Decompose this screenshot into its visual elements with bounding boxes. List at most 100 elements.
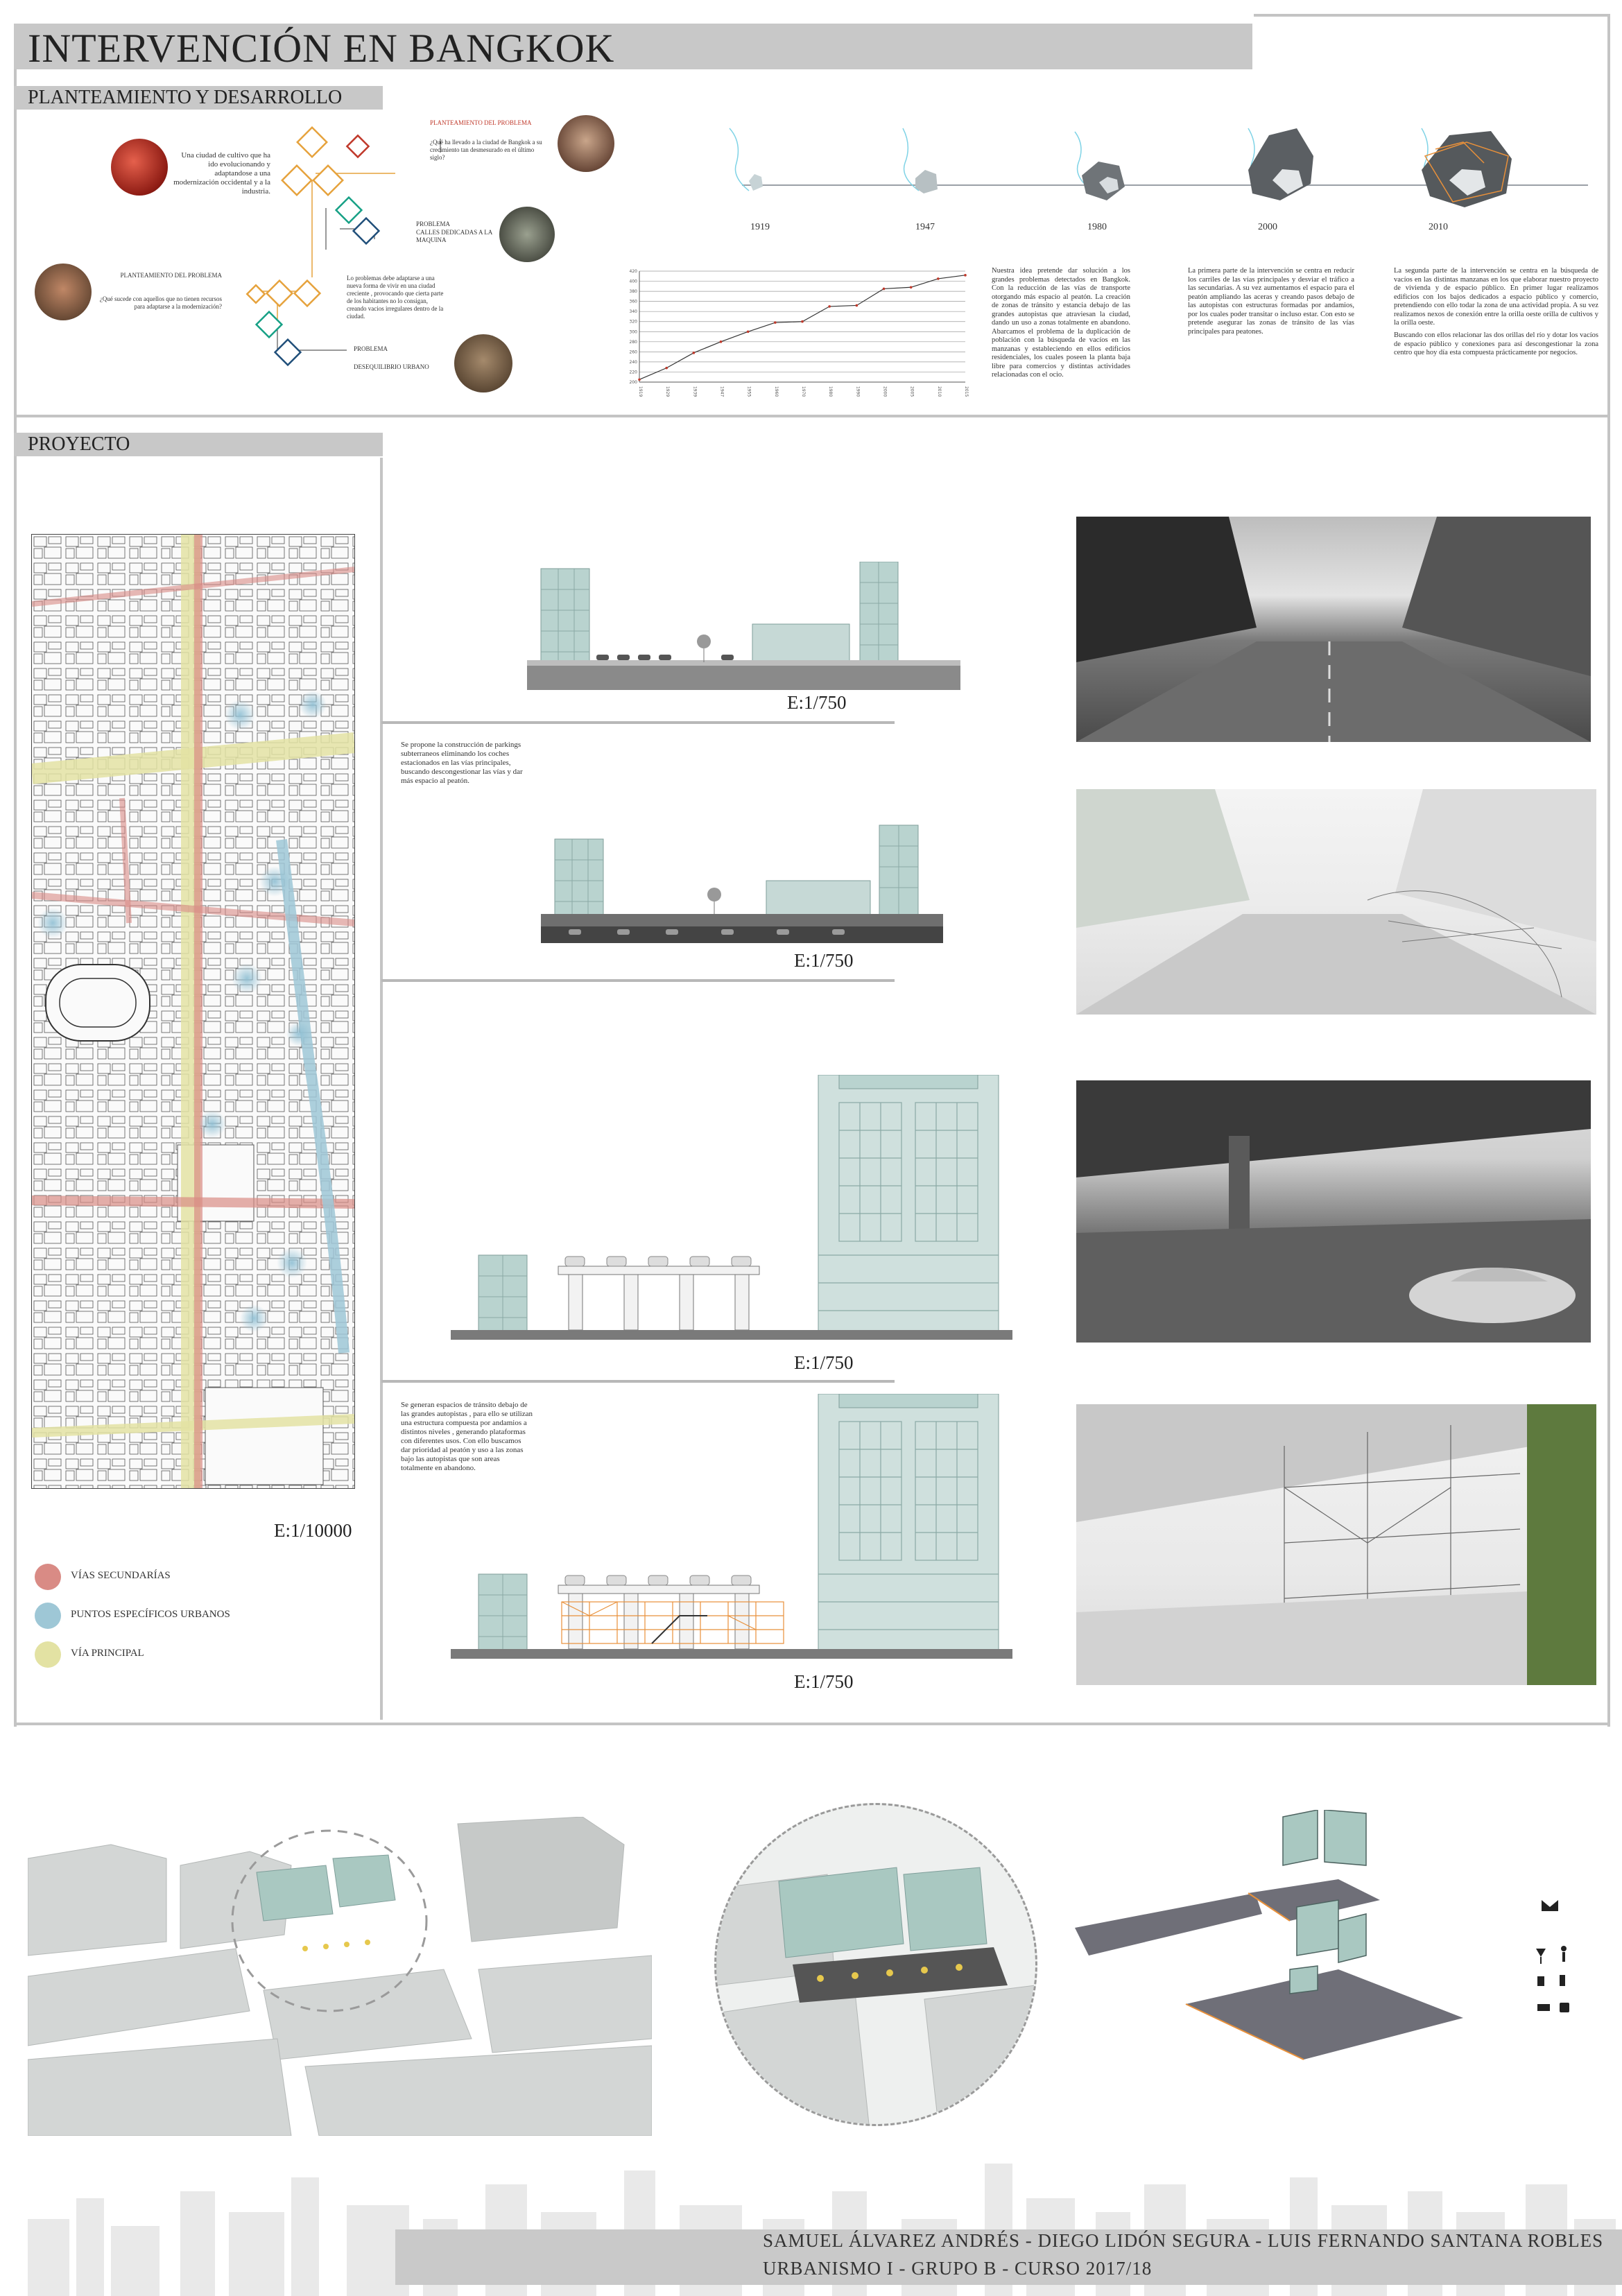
section-2-note: Se propone la construcción de parkings s… (401, 741, 523, 785)
legend-dot-main-road (35, 1641, 61, 1668)
diagram-prob-b-text: DESEQUILIBRIO URBANO (354, 363, 429, 370)
section-4-drawing (451, 1394, 1012, 1659)
section-1-drawing (527, 562, 960, 690)
chart-x-tick-label: 1919 (638, 386, 643, 397)
cutlery-icon (1560, 1975, 1565, 1986)
diagram-prob-b-label: PROBLEMA (354, 345, 388, 352)
family-icon (1537, 1976, 1544, 1986)
text-column-1: Nuestra idea pretende dar solución a los… (992, 267, 1130, 379)
street-section-1 (527, 562, 960, 690)
diagram-prob-a-label: PROBLEMA (416, 221, 451, 227)
section-title-proyecto: PROYECTO (28, 433, 130, 455)
photo-highway-existing-art (1076, 1080, 1591, 1343)
diagram-center-text: Lo problemas debe adaptarse a una nueva … (347, 275, 444, 320)
timeline-year-2000: 2000 (1258, 222, 1277, 232)
chart-x-tick-label: 1980 (828, 386, 833, 397)
section-2-drawing (541, 825, 943, 943)
frame-left (14, 49, 17, 1727)
legend-dot-urban-points (35, 1603, 61, 1629)
text-column-2: La primera parte de la intervención se c… (1188, 267, 1354, 336)
diagram-problem1-text: ¿Qué ha llevado a la ciudad de Bangkok a… (430, 139, 542, 161)
section-3-drawing (451, 1075, 1012, 1340)
frame-project-col (380, 458, 383, 1720)
chart-data-point (638, 378, 641, 381)
street-section-2 (541, 818, 943, 943)
text-column-3b: Buscando con ellos relacionar las dos or… (1394, 331, 1598, 356)
chart-y-tick-label: 360 (630, 300, 638, 304)
chart-y-tick-label: 400 (630, 279, 638, 284)
timeline-year-2010: 2010 (1429, 222, 1448, 232)
photo-highway-proposal (1076, 1404, 1596, 1685)
chart-data-point (774, 321, 777, 324)
growth-timeline: 1919 1947 1980 2000 2010 (721, 114, 1595, 246)
photo-highway-proposal-art (1076, 1404, 1596, 1685)
diagram-left1-text: Una ciudad de cultivo que ha ido evoluci… (173, 151, 270, 196)
chart-x-tick-label: 2005 (910, 386, 915, 397)
section-separator-2 (381, 979, 895, 982)
chart-y-tick-label: 420 (630, 269, 638, 274)
population-chart: 200 220 240 260 280 300 320 340 360 380 400 420 1919… (624, 267, 971, 416)
chart-x-tick-label: 1970 (801, 386, 806, 397)
chart-y-tick-label: 320 (630, 320, 638, 325)
cocktail-icon (1536, 1949, 1546, 1957)
diagram-problem1-title: PLANTEAMIENTO DEL PROBLEMA (430, 119, 532, 126)
chart-data-point (801, 320, 804, 323)
chart-y-tick-label: 300 (630, 329, 638, 334)
chart-y-tick-label: 200 (630, 380, 638, 385)
diagram-problem2-title: PLANTEAMIENTO DEL PROBLEMA (120, 272, 223, 279)
chart-data-point (692, 352, 696, 354)
diagram-problem2-text: ¿Qué sucede con aquellos que no tienen r… (99, 295, 222, 310)
chart-x-tick-label: 2015 (964, 386, 969, 397)
chart-y-tick-label: 260 (630, 349, 638, 354)
timeline-year-1947: 1947 (915, 222, 935, 232)
section-separator-3 (381, 1380, 895, 1383)
frame-top-right (1254, 14, 1610, 17)
legend-label-secondary-roads: VÍAS SECUNDARÍAS (71, 1570, 171, 1581)
legend-label-main-road: VÍA PRINCIPAL (71, 1648, 144, 1659)
timeline-year-1980: 1980 (1087, 222, 1107, 232)
frame-right (1607, 14, 1610, 1727)
chart-x-tick-label: 2010 (937, 386, 942, 397)
photo-circle-slum (35, 264, 92, 320)
chart-y-tick-label: 340 (630, 309, 638, 314)
use-icons-column (1536, 1900, 1578, 2025)
section-title-planteamiento: PLANTEAMIENTO Y DESARROLLO (28, 87, 343, 108)
section-separator-1 (381, 721, 895, 724)
problem-diagram: Una ciudad de cultivo que ha ido evoluci… (35, 111, 617, 402)
page-title: INTERVENCIÓN EN BANGKOK (28, 26, 615, 71)
aerial-view-art (28, 1817, 652, 2136)
shop-icon (1560, 2003, 1569, 2012)
chart-data-point (909, 286, 913, 289)
chart-y-tick-label: 220 (630, 370, 638, 374)
photo-street-existing-art (1076, 517, 1591, 742)
credits-authors: SAMUEL ÁLVAREZ ANDRÉS - DIEGO LIDÓN SEGU… (763, 2230, 1604, 2251)
zoom-circle-art (716, 1867, 1035, 2124)
chart-y-tick-label: 240 (630, 360, 638, 365)
chart-y-tick-label: 280 (630, 340, 638, 345)
photo-street-proposal (1076, 789, 1596, 1015)
photo-circle-market (111, 139, 168, 196)
section-3-scale: E:1/750 (794, 1352, 854, 1373)
chart-data-point (964, 274, 967, 277)
diagram-prob-a-text: CALLES DEDICADAS A LA MAQUINA (416, 229, 492, 243)
timeline-year-1919: 1919 (750, 222, 770, 232)
photo-circle-crowd (558, 115, 614, 172)
chart-y-tick-label: 380 (630, 289, 638, 294)
chart-data-point (937, 277, 940, 280)
chart-data-point (719, 340, 723, 343)
chart-x-tick-label: 1947 (720, 386, 725, 397)
photo-street-existing (1076, 517, 1591, 742)
chart-data-point (828, 305, 831, 308)
street-section-4 (451, 1394, 1012, 1664)
frame-divider-2 (14, 1723, 1610, 1725)
chart-x-tick-label: 1990 (855, 386, 860, 397)
home-icon (1542, 1900, 1558, 1911)
use-icons-art (1536, 1900, 1569, 2012)
walker-icon (1561, 1946, 1567, 1951)
chart-x-tick-label: 2000 (883, 386, 888, 397)
axonometric-exploded-view (1075, 1810, 1463, 2080)
photo-street-proposal-art (1076, 789, 1596, 1015)
credits-course: URBANISMO I - GRUPO B - CURSO 2017/18 (763, 2258, 1153, 2279)
section-4-scale: E:1/750 (794, 1671, 854, 1692)
chart-x-tick-label: 1955 (747, 386, 752, 397)
